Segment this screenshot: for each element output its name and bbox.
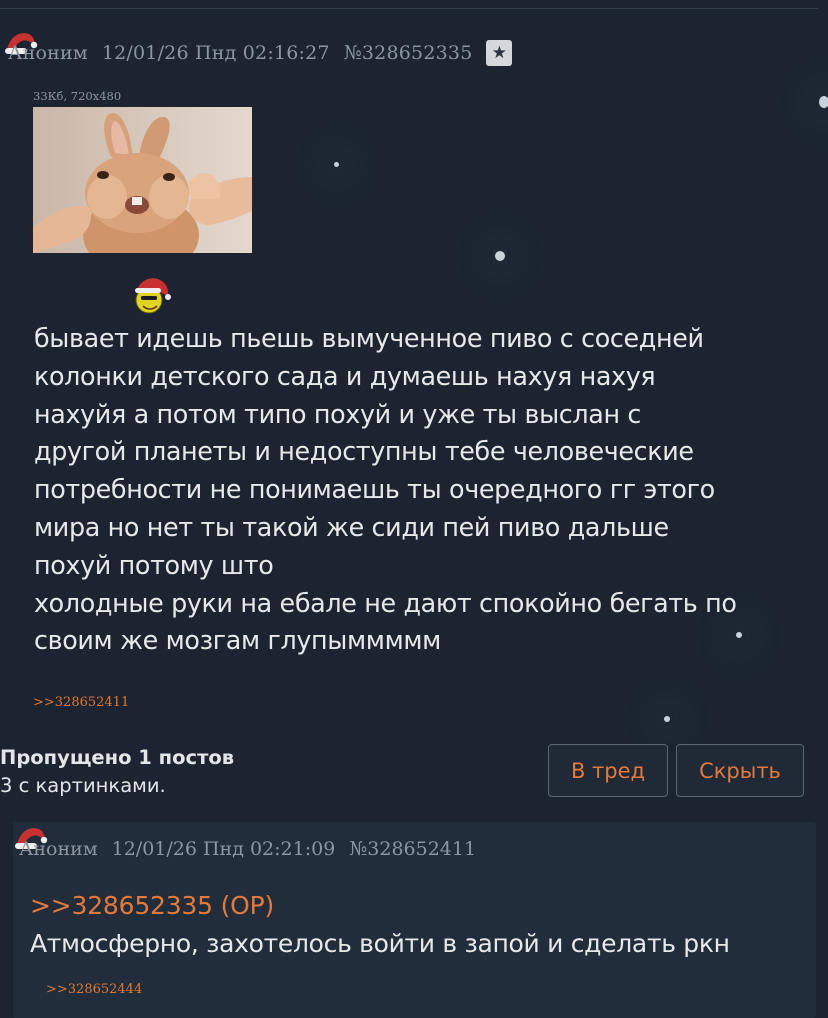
post-text-line: потребности не понимаешь ты очередного г… [34,474,715,505]
reply-post-text: Атмосферно, захотелось войти в запой и с… [30,929,730,958]
post-text-line: другой планеты и недоступны тебе человеч… [34,436,694,467]
snowflake [495,251,505,261]
reply-reply-link[interactable]: >>328652444 [46,982,142,997]
post-author: Аноним [8,42,88,64]
skipped-posts-info: Пропущено 1 постов 3 с картинками. [0,744,234,800]
post-date: 12/01/26 Пнд 02:16:27 [101,42,330,64]
to-thread-button[interactable]: В тред [548,744,668,797]
hide-thread-button[interactable]: Скрыть [676,744,804,797]
post-text-line: бывает идешь пьешь вымученное пиво с сос… [34,323,704,353]
post-text-line: мира но нет ты такой же сиди пей пиво да… [34,511,669,542]
post-text-line: нахуйя а потом типо похуй и уже ты высла… [34,398,642,429]
op-post-header: Аноним 12/01/26 Пнд 02:16:27 №328652335 … [8,38,513,68]
post-number[interactable]: №328652411 [349,838,476,860]
op-post-body: бывает идешь пьешь вымученное пиво с сос… [34,320,814,660]
reply-post-header: Аноним 12/01/26 Пнд 02:21:09 №328652411 [19,835,476,863]
santa-smiley-icon [135,278,171,314]
op-quote-link[interactable]: >>328652335 (OP) [30,891,274,920]
post-author: Аноним [19,838,98,860]
file-info: 33Кб, 720x480 [33,89,122,103]
star-icon: ★ [491,42,508,63]
snowflake [334,162,339,167]
post-text-line: своим же мозгам глупыммммм [34,625,441,656]
op-reply-link[interactable]: >>328652411 [33,695,129,710]
post-thumbnail[interactable] [33,107,252,253]
snowflake [819,96,828,108]
post-date: 12/01/26 Пнд 02:21:09 [111,838,336,860]
thread-page: Аноним 12/01/26 Пнд 02:16:27 №328652335 … [0,0,828,1018]
skipped-posts-count: Пропущено 1 постов [0,746,235,769]
bunny-thumbnail [33,107,252,253]
top-divider [0,8,818,9]
post-text-line: холодные руки на ебале не дают спокойно … [34,587,737,618]
post-text-line: похуй потому што [34,549,274,580]
post-text-line: колонки детского сада и думаешь нахуя на… [34,360,656,391]
skipped-images-count: 3 с картинками. [0,774,166,797]
post-number[interactable]: №328652335 [344,42,473,64]
snowflake [664,716,670,722]
favorite-star-button[interactable]: ★ [486,40,513,66]
